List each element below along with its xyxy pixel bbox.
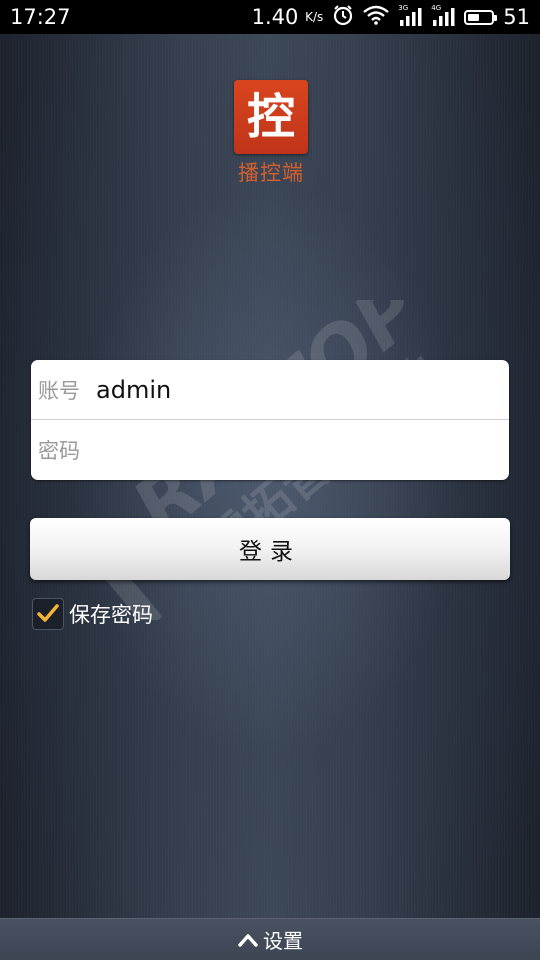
chevron-up-icon: [238, 933, 258, 947]
account-input[interactable]: [96, 369, 486, 410]
status-time: 17:27: [10, 5, 71, 29]
checkmark-icon: [37, 604, 59, 622]
network-speed-value: 1.40: [251, 5, 299, 29]
password-input[interactable]: [96, 429, 486, 470]
password-label: 密码: [38, 438, 80, 463]
save-password-checkbox[interactable]: [32, 598, 64, 630]
settings-bar[interactable]: 设置: [0, 918, 540, 960]
app-logo-glyph: 控: [246, 89, 295, 145]
account-label: 账号: [38, 378, 80, 403]
login-screen: 17:27 1.40 K/s 3G 4G 51 控 播控端 账号 admin 密…: [0, 0, 540, 960]
save-password-label: 保存密码: [69, 603, 153, 627]
app-logo: 控: [234, 80, 308, 154]
status-bar: 17:27 1.40 K/s 3G 4G 51: [0, 0, 540, 34]
settings-label: 设置: [263, 929, 303, 953]
password-row: 密码: [31, 420, 509, 479]
wifi-icon: [363, 5, 390, 30]
status-icons: 1.40 K/s 3G 4G 51: [252, 4, 530, 30]
network-speed-unit: K/s: [305, 10, 324, 24]
battery-icon: [464, 9, 498, 25]
signal-4g-icon: 4G: [431, 4, 455, 27]
account-row: 账号: [31, 360, 509, 420]
battery-fill: [468, 13, 480, 21]
app-title: 播控端: [238, 161, 304, 185]
signal-3g-icon: 3G: [398, 4, 422, 27]
signal-4g-tag: 4G: [431, 4, 442, 12]
login-form: 账号 密码: [31, 360, 509, 480]
signal-3g-tag: 3G: [398, 4, 409, 12]
login-button[interactable]: 登录: [30, 518, 510, 580]
battery-percent: 51: [503, 5, 530, 29]
alarm-clock-icon: [332, 4, 354, 31]
network-speed: 1.40 K/s: [252, 4, 324, 30]
save-password-option[interactable]: 保存密码: [32, 596, 153, 632]
